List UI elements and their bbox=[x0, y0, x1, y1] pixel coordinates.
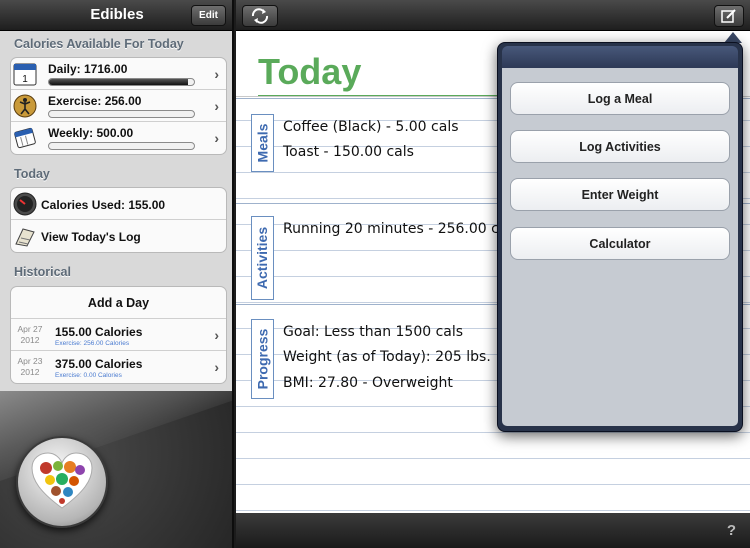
weekly-progress-bar bbox=[48, 142, 195, 150]
section-header-historical: Historical bbox=[14, 265, 71, 279]
svg-text:1: 1 bbox=[22, 74, 28, 85]
activities-tab-label: Activities bbox=[254, 226, 271, 290]
today-group: Calories Used: 155.00 View Today's Log bbox=[10, 187, 227, 253]
log-meal-button[interactable]: Log a Meal bbox=[510, 82, 730, 115]
refresh-button[interactable] bbox=[242, 5, 278, 27]
daily-label: Daily: 1716.00 bbox=[48, 62, 128, 76]
history-month-day: Apr 23 bbox=[17, 356, 43, 366]
view-log-row[interactable]: View Today's Log bbox=[11, 220, 226, 252]
running-man-icon bbox=[13, 94, 37, 118]
refresh-icon bbox=[251, 8, 269, 24]
historical-group: Add a Day Apr 27 2012 155.00 Calories Ex… bbox=[10, 286, 227, 384]
meal-entry[interactable]: Coffee (Black) - 5.00 cals bbox=[283, 119, 459, 135]
sidebar-toolbar: Edibles Edit bbox=[0, 0, 232, 31]
meals-tab: Meals bbox=[251, 114, 274, 172]
activities-tab: Activities bbox=[251, 216, 274, 300]
progress-entry: BMI: 27.80 - Overweight bbox=[283, 375, 453, 391]
gauge-icon bbox=[13, 192, 37, 216]
calculator-button[interactable]: Calculator bbox=[510, 227, 730, 260]
history-calories: 155.00 Calories bbox=[55, 325, 143, 339]
chevron-right-icon: › bbox=[214, 98, 219, 114]
progress-tab-label: Progress bbox=[254, 328, 271, 390]
compose-button[interactable] bbox=[714, 5, 744, 27]
history-row[interactable]: Apr 23 2012 375.00 Calories Exercise: 0.… bbox=[11, 351, 226, 383]
exercise-row[interactable]: Exercise: 256.00 › bbox=[11, 90, 226, 122]
history-year: 2012 bbox=[20, 367, 40, 377]
actions-popover: Log a Meal Log Activities Enter Weight C… bbox=[497, 42, 743, 432]
meals-tab-label: Meals bbox=[254, 123, 271, 163]
history-month-day: Apr 27 bbox=[17, 324, 43, 334]
sidebar-list: Calories Available For Today 1 Daily: 17… bbox=[0, 31, 232, 391]
calories-used-label: Calories Used: 155.00 bbox=[41, 198, 166, 212]
history-calories: 375.00 Calories bbox=[55, 357, 143, 371]
bottom-bar: ? bbox=[236, 513, 750, 548]
meal-entry[interactable]: Toast - 150.00 cals bbox=[283, 144, 414, 160]
calendar-icon: 1 bbox=[13, 63, 37, 86]
weekly-label: Weekly: 500.00 bbox=[48, 126, 134, 140]
add-day-label: Add a Day bbox=[87, 296, 150, 310]
page-title: Today bbox=[258, 51, 362, 92]
history-date: Apr 23 2012 bbox=[15, 356, 45, 378]
progress-entry: Goal: Less than 1500 cals bbox=[283, 324, 464, 340]
log-activities-button[interactable]: Log Activities bbox=[510, 130, 730, 163]
help-icon[interactable]: ? bbox=[727, 522, 736, 539]
daily-progress-bar bbox=[48, 78, 195, 86]
chevron-right-icon: › bbox=[214, 66, 219, 82]
history-exercise: Exercise: 256.00 Calories bbox=[55, 340, 130, 347]
history-date: Apr 27 2012 bbox=[15, 324, 45, 346]
weekly-calendar-icon bbox=[14, 127, 36, 149]
progress-tab: Progress bbox=[251, 319, 274, 399]
daily-row[interactable]: 1 Daily: 1716.00 › bbox=[11, 58, 226, 90]
compose-icon bbox=[721, 9, 736, 23]
weekly-row[interactable]: Weekly: 500.00 › bbox=[11, 122, 226, 154]
exercise-progress-bar bbox=[48, 110, 195, 118]
chevron-right-icon: › bbox=[214, 359, 219, 375]
available-group: 1 Daily: 1716.00 › Exercise: 256.00 › We… bbox=[10, 57, 227, 155]
calories-used-row[interactable]: Calories Used: 155.00 bbox=[11, 188, 226, 220]
section-header-available: Calories Available For Today bbox=[14, 37, 184, 51]
view-log-label: View Today's Log bbox=[41, 230, 141, 244]
main-toolbar bbox=[236, 0, 750, 31]
popover-body: Log a Meal Log Activities Enter Weight C… bbox=[502, 68, 738, 426]
add-day-row[interactable]: Add a Day bbox=[11, 287, 226, 319]
history-row[interactable]: Apr 27 2012 155.00 Calories Exercise: 25… bbox=[11, 319, 226, 351]
progress-entry: Weight (as of Today): 205 lbs. bbox=[283, 349, 491, 365]
app-logo[interactable] bbox=[16, 436, 108, 528]
edit-button[interactable]: Edit bbox=[191, 5, 226, 26]
activity-entry[interactable]: Running 20 minutes - 256.00 ca bbox=[283, 221, 507, 237]
notebook-icon bbox=[15, 228, 35, 247]
chevron-right-icon: › bbox=[214, 327, 219, 343]
enter-weight-button[interactable]: Enter Weight bbox=[510, 178, 730, 211]
history-year: 2012 bbox=[20, 335, 40, 345]
exercise-label: Exercise: 256.00 bbox=[48, 94, 142, 108]
history-exercise: Exercise: 0.00 Calories bbox=[55, 372, 122, 379]
section-header-today: Today bbox=[14, 167, 50, 181]
sidebar: Edibles Edit Calories Available For Toda… bbox=[0, 0, 234, 548]
chevron-right-icon: › bbox=[214, 130, 219, 146]
popover-header bbox=[502, 46, 738, 68]
heart-food-icon bbox=[31, 452, 93, 509]
